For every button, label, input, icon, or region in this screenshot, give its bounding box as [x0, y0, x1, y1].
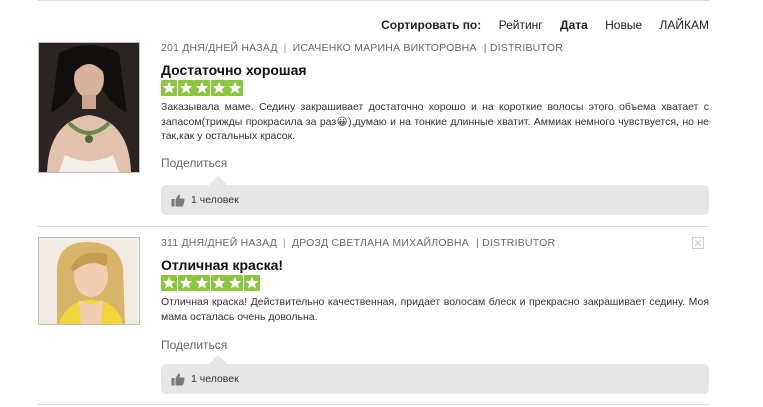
review-item: 201 ДНЯ/ДНЕЙ НАЗАД | ИСАЧЕНКО МАРИНА ВИКТО… — [38, 42, 709, 227]
star-icon — [177, 275, 194, 291]
review-meta: 311 ДНЯ/ДНЕЙ НАЗАД | ДРОЗД СВЕТЛАНА МИХАЙЛ… — [161, 237, 555, 249]
thumbs-up-icon[interactable] — [171, 372, 185, 386]
close-icon[interactable] — [692, 237, 704, 249]
review-text: Отличная краска! Действительно качествен… — [161, 296, 709, 323]
sort-option-rating[interactable]: Рейтинг — [499, 18, 543, 32]
star-icon — [210, 80, 227, 96]
sort-label: Сортировать по: — [381, 18, 482, 32]
meta-separator: | — [283, 42, 287, 54]
share-link[interactable]: Поделиться — [161, 156, 227, 170]
star-icon — [227, 275, 243, 291]
review-date: 311 ДНЯ/ДНЕЙ НАЗАД — [161, 237, 277, 249]
sort-option-new[interactable]: Новые — [605, 18, 642, 32]
like-count: 1 человек — [191, 194, 239, 206]
like-box-notch — [209, 176, 227, 185]
like-count: 1 человек — [191, 373, 239, 385]
star-icon — [243, 275, 260, 291]
avatar — [38, 42, 140, 173]
review-title: Отличная краска! — [161, 257, 284, 273]
review-author[interactable]: ИСАЧЕНКО МАРИНА ВИКТОРОВНА — [293, 42, 477, 54]
bottom-divider — [38, 404, 709, 405]
thumbs-up-icon[interactable] — [171, 193, 185, 207]
reviewer-photo — [39, 43, 139, 172]
review-title: Достаточно хорошая — [161, 62, 307, 78]
star-icon — [161, 275, 177, 291]
reviewer-photo — [39, 238, 139, 324]
review-author[interactable]: ДРОЗД СВЕТЛАНА МИХАЙЛОВНА — [292, 237, 469, 249]
review-meta: 201 ДНЯ/ДНЕЙ НАЗАД | ИСАЧЕНКО МАРИНА ВИКТО… — [161, 42, 563, 54]
review-role: | DISTRIBUTOR — [483, 42, 564, 54]
review-item: 311 ДНЯ/ДНЕЙ НАЗАД | ДРОЗД СВЕТЛАНА МИХАЙЛ… — [38, 237, 709, 397]
sort-bar: Сортировать по: Рейтинг Дата Новые ЛАЙКА… — [381, 18, 709, 32]
star-icon — [194, 275, 210, 291]
share-link[interactable]: Поделиться — [161, 338, 227, 352]
top-divider — [38, 0, 709, 1]
avatar — [38, 237, 140, 325]
like-box: 1 человек — [161, 176, 709, 215]
star-icon — [161, 80, 177, 96]
meta-separator: | — [282, 237, 286, 249]
review-date: 201 ДНЯ/ДНЕЙ НАЗАД — [161, 42, 278, 54]
star-icon — [210, 275, 227, 291]
review-text: Заказывала маме. Седину закрашивает дост… — [161, 101, 709, 142]
close-cross — [694, 239, 702, 247]
star-rating — [161, 80, 244, 96]
sort-option-date[interactable]: Дата — [560, 18, 588, 32]
like-box-notch — [209, 355, 227, 364]
star-icon — [194, 80, 210, 96]
review-divider — [38, 226, 709, 227]
review-role: | DISTRIBUTOR — [476, 237, 556, 249]
star-icon — [177, 80, 194, 96]
star-icon — [227, 80, 243, 96]
like-box: 1 человек — [161, 355, 709, 394]
sort-option-likes[interactable]: ЛАЙКАМ — [660, 18, 710, 32]
star-rating — [161, 275, 260, 291]
